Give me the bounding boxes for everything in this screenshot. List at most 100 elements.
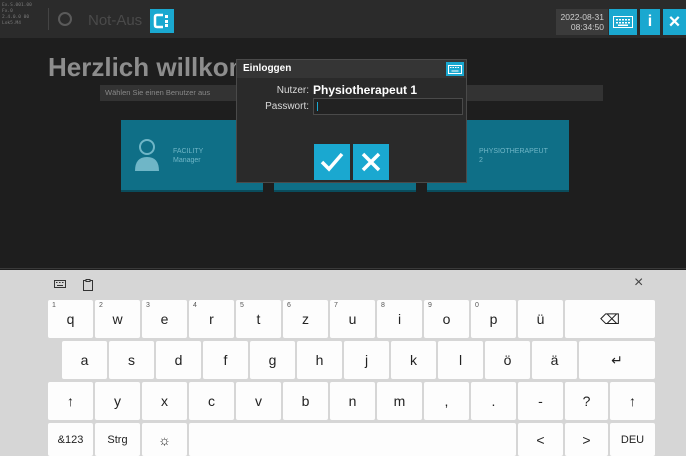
close-icon (361, 152, 381, 172)
key-x[interactable]: x (142, 382, 187, 420)
tile-label-line: PHYSIOTHERAPEUT (479, 148, 548, 155)
confirm-button[interactable] (314, 144, 350, 180)
key-oe[interactable]: ö (485, 341, 530, 379)
key-r[interactable]: 4r (189, 300, 234, 338)
key-a[interactable]: a (62, 341, 107, 379)
emergency-stop-icon[interactable] (58, 12, 72, 26)
key-d[interactable]: d (156, 341, 201, 379)
key-label: n (348, 393, 357, 409)
key-m[interactable]: m (377, 382, 422, 420)
key-label: a (80, 352, 89, 368)
key-ue[interactable]: ü (518, 300, 563, 338)
key-label: d (174, 352, 183, 368)
emergency-stop-label[interactable]: Not-Aus (88, 12, 142, 29)
clipboard-icon[interactable] (81, 278, 95, 292)
key-s[interactable]: s (109, 341, 154, 379)
tile-label-line: FACILITY (173, 148, 204, 155)
key-label: , (444, 393, 449, 409)
key-arrow-right[interactable]: > (565, 423, 608, 456)
key-arrow-left[interactable]: < (518, 423, 563, 456)
key-label: l (458, 352, 463, 368)
key-label: g (268, 352, 277, 368)
date-time-display: 2022-08-31 08:34:50 (556, 9, 608, 35)
key-u[interactable]: 7u (330, 300, 375, 338)
keyboard-icon (448, 64, 462, 74)
key-label: ü (536, 311, 545, 327)
key-question[interactable]: ? (565, 382, 608, 420)
key-z[interactable]: 6z (283, 300, 328, 338)
key-label: b (301, 393, 310, 409)
key-g[interactable]: g (250, 341, 295, 379)
arrow-left-icon: < (536, 431, 545, 448)
key-label: y (114, 393, 121, 409)
key-label: - (538, 393, 543, 409)
dialog-title: Einloggen (243, 63, 292, 74)
dialog-title-bar: Einloggen (237, 60, 466, 78)
key-v[interactable]: v (236, 382, 281, 420)
key-space[interactable] (189, 423, 516, 456)
key-numbers[interactable]: &123 (48, 423, 93, 456)
key-w[interactable]: 2w (95, 300, 140, 338)
key-j[interactable]: j (344, 341, 389, 379)
key-emoji[interactable]: ☼ (142, 423, 187, 456)
key-label: x (161, 393, 168, 409)
key-shift-left[interactable]: ↑ (48, 382, 93, 420)
key-i[interactable]: 8i (377, 300, 422, 338)
key-p[interactable]: 0p (471, 300, 516, 338)
key-ctrl[interactable]: Strg (95, 423, 140, 456)
info-button[interactable]: i (640, 9, 660, 35)
version-info: Ex.S.001.00 Fx.0 2.4.0.0 00 Lok5.M4 (2, 3, 46, 27)
cancel-button[interactable] (353, 144, 389, 180)
key-b[interactable]: b (283, 382, 328, 420)
key-k[interactable]: k (391, 341, 436, 379)
key-backspace[interactable]: ⌫ (565, 300, 655, 338)
password-field[interactable] (313, 98, 463, 115)
key-f[interactable]: f (203, 341, 248, 379)
key-y[interactable]: y (95, 382, 140, 420)
logo-icon (153, 13, 168, 29)
key-period[interactable]: . (471, 382, 516, 420)
checkmark-icon (320, 152, 344, 172)
key-label: k (410, 352, 417, 368)
key-label: u (348, 311, 357, 327)
divider (48, 8, 49, 30)
version-line: Lok5.M4 (2, 21, 21, 26)
user-value: Physiotherapeut 1 (313, 83, 418, 97)
keyboard-settings-icon[interactable] (53, 278, 67, 292)
key-label: s (128, 352, 135, 368)
divider (0, 268, 686, 269)
tile-label: FACILITY Manager (173, 147, 203, 165)
key-label: i (397, 311, 402, 327)
key-label: DEU (620, 433, 645, 446)
key-label: ä (550, 352, 559, 368)
key-label: c (208, 393, 215, 409)
key-label: p (489, 311, 498, 327)
key-h[interactable]: h (297, 341, 342, 379)
key-label: f (223, 352, 228, 368)
key-o[interactable]: 9o (424, 300, 469, 338)
key-t[interactable]: 5t (236, 300, 281, 338)
key-shift-right[interactable]: ↑ (610, 382, 655, 420)
tile-label-line: 2 (479, 157, 483, 164)
key-c[interactable]: c (189, 382, 234, 420)
key-l[interactable]: l (438, 341, 483, 379)
keyboard-button[interactable] (609, 9, 637, 35)
dialog-keyboard-button[interactable] (446, 62, 464, 76)
welcome-heading: Herzlich willkom (48, 52, 252, 82)
key-enter[interactable]: ↵ (579, 341, 655, 379)
key-label: r (209, 311, 214, 327)
key-label: w (112, 311, 123, 327)
key-label: z (302, 311, 309, 327)
key-dash[interactable]: - (518, 382, 563, 420)
key-e[interactable]: 3e (142, 300, 187, 338)
key-language[interactable]: DEU (610, 423, 655, 456)
key-comma[interactable]: , (424, 382, 469, 420)
key-q[interactable]: 1q (48, 300, 93, 338)
key-ae[interactable]: ä (532, 341, 577, 379)
keyboard-close-button[interactable]: × (634, 274, 643, 292)
key-label: v (255, 393, 262, 409)
key-label: h (315, 352, 324, 368)
key-label: ö (503, 352, 512, 368)
close-button[interactable]: × (663, 9, 686, 35)
key-n[interactable]: n (330, 382, 375, 420)
